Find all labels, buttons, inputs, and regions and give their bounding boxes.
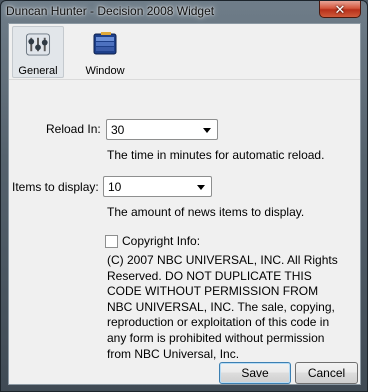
items-label: Items to display:	[12, 180, 99, 194]
tab-general[interactable]: General	[12, 26, 64, 78]
tab-window[interactable]: Window	[79, 26, 131, 78]
chevron-down-icon	[203, 128, 211, 133]
settings-sliders-icon	[25, 33, 51, 56]
options-panel: General Window Reload In: 30 The time in…	[8, 23, 361, 385]
reload-hint: The time in minutes for automatic reload…	[107, 148, 325, 162]
tab-window-label: Window	[85, 65, 125, 77]
tab-general-label: General	[18, 65, 58, 77]
save-button[interactable]: Save	[219, 362, 291, 384]
reload-select-value: 30	[111, 123, 125, 137]
window-stack-icon	[93, 32, 117, 55]
items-select-value: 10	[108, 180, 122, 194]
tab-bar: General Window	[9, 24, 360, 80]
widget-options-window: Duncan Hunter - Decision 2008 Widget ✕ G…	[0, 0, 368, 392]
reload-select[interactable]: 30	[106, 119, 218, 140]
window-title: Duncan Hunter - Decision 2008 Widget	[6, 4, 215, 18]
items-hint: The amount of news items to display.	[107, 205, 305, 219]
title-bar[interactable]: Duncan Hunter - Decision 2008 Widget ✕	[1, 1, 367, 23]
reload-label: Reload In:	[46, 122, 101, 136]
copyright-label[interactable]: Copyright Info:	[122, 234, 200, 248]
cancel-button[interactable]: Cancel	[295, 362, 358, 384]
copyright-checkbox[interactable]	[105, 235, 118, 248]
close-icon: ✕	[334, 1, 346, 17]
chevron-down-icon	[197, 185, 205, 190]
close-button[interactable]: ✕	[319, 1, 361, 18]
copyright-text: (C) 2007 NBC UNIVERSAL, INC. All Rights …	[107, 253, 338, 361]
items-select[interactable]: 10	[103, 176, 212, 197]
general-form: Reload In: 30 The time in minutes for au…	[9, 81, 360, 384]
